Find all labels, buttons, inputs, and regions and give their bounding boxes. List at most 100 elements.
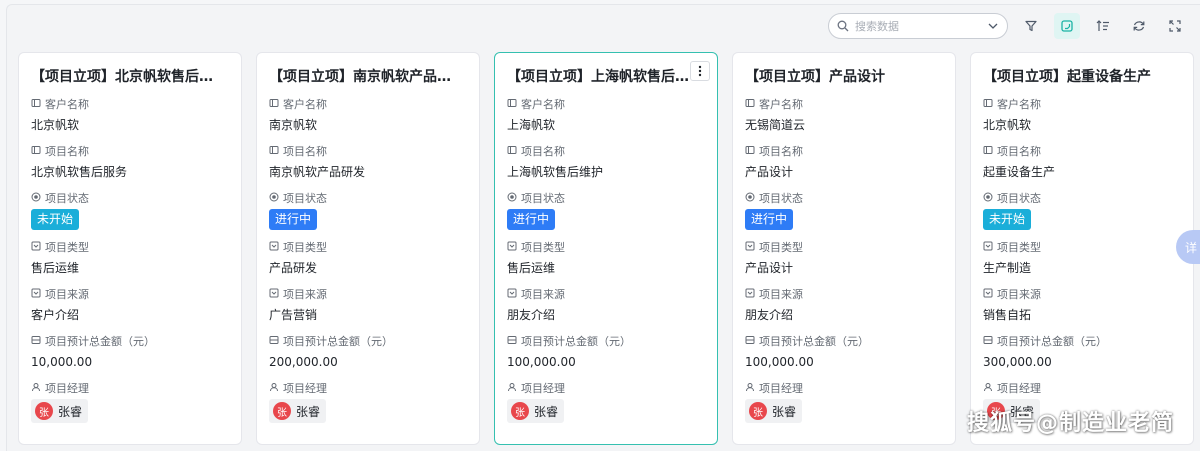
source-field: 项目来源 销售自拓	[983, 287, 1181, 324]
manager-field: 项目经理 张 张睿	[507, 381, 705, 423]
budget-value: 200,000.00	[269, 355, 338, 369]
dropdown-field-icon	[983, 241, 993, 254]
manager-name: 张睿	[58, 404, 83, 419]
chevron-down-icon[interactable]	[987, 17, 999, 36]
card-title: 【项目立项】上海帆软售后维护	[507, 69, 703, 85]
project-name-value: 北京帆软售后服务	[31, 165, 128, 179]
search-icon	[837, 17, 849, 36]
field-label: 项目经理	[269, 381, 467, 395]
project-card[interactable]: 【项目立项】起重设备生产 客户名称 北京帆软 项目名称 起重设备生产 项目状态 …	[970, 52, 1194, 445]
customer-value: 北京帆软	[983, 118, 1032, 132]
budget-value: 300,000.00	[983, 355, 1052, 369]
field-label: 客户名称	[31, 97, 229, 111]
budget-value: 10,000.00	[31, 355, 93, 369]
manager-chip: 张 张睿	[507, 399, 565, 423]
number-field-icon	[31, 335, 41, 348]
text-field-icon	[269, 98, 279, 111]
search-input[interactable]	[855, 19, 981, 33]
type-field: 项目类型 生产制造	[983, 240, 1181, 277]
text-field-icon	[269, 145, 279, 158]
customer-label: 客户名称	[283, 98, 327, 111]
card-title: 【项目立项】北京帆软售后服务	[31, 69, 227, 85]
field-label: 项目经理	[31, 381, 229, 395]
field-label: 客户名称	[269, 97, 467, 111]
field-label: 项目来源	[983, 287, 1181, 301]
manager-field: 项目经理 张 张睿	[745, 381, 943, 423]
text-field-icon	[983, 98, 993, 111]
refresh-icon[interactable]	[1126, 13, 1152, 39]
project-name-label: 项目名称	[759, 145, 803, 158]
dropdown-field-icon	[31, 241, 41, 254]
radio-icon	[31, 192, 41, 205]
manager-chip: 张 张睿	[269, 399, 327, 423]
project-card[interactable]: 【项目立项】南京帆软产品研发 客户名称 南京帆软 项目名称 南京帆软产品研发 项…	[256, 52, 480, 445]
card-title: 【项目立项】南京帆软产品研发	[269, 69, 465, 85]
customer-label: 客户名称	[521, 98, 565, 111]
customer-field: 客户名称 上海帆软	[507, 97, 705, 134]
source-label: 项目来源	[283, 288, 327, 301]
source-label: 项目来源	[521, 288, 565, 301]
fullscreen-icon[interactable]	[1162, 13, 1188, 39]
source-field: 项目来源 客户介绍	[31, 287, 229, 324]
field-label: 项目来源	[745, 287, 943, 301]
project-name-value: 上海帆软售后维护	[507, 165, 604, 179]
field-label: 项目名称	[507, 144, 705, 158]
project-card[interactable]: 【项目立项】产品设计 客户名称 无锡简道云 项目名称 产品设计 项目状态 进行中	[732, 52, 956, 445]
search-box[interactable]	[828, 13, 1008, 39]
manager-chip: 张 张睿	[745, 399, 803, 423]
customer-value: 北京帆软	[31, 118, 80, 132]
status-label: 项目状态	[759, 192, 803, 205]
avatar: 张	[511, 402, 529, 420]
field-label: 客户名称	[983, 97, 1181, 111]
person-icon	[983, 382, 993, 395]
radio-icon	[983, 192, 993, 205]
card-title: 【项目立项】产品设计	[745, 69, 885, 85]
type-value: 售后运维	[31, 261, 80, 275]
status-field: 项目状态 未开始	[983, 191, 1181, 230]
customer-label: 客户名称	[45, 98, 89, 111]
number-field-icon	[507, 335, 517, 348]
budget-field: 项目预计总金额（元） 200,000.00	[269, 334, 467, 371]
dropdown-field-icon	[745, 288, 755, 301]
toolbar	[828, 13, 1188, 39]
card-view-icon[interactable]	[1054, 13, 1080, 39]
manager-name: 张睿	[772, 404, 797, 419]
field-label: 项目预计总金额（元）	[745, 334, 943, 348]
status-label: 项目状态	[45, 192, 89, 205]
manager-name: 张睿	[534, 404, 559, 419]
source-value: 朋友介绍	[507, 308, 556, 322]
source-label: 项目来源	[759, 288, 803, 301]
budget-label: 项目预计总金额（元）	[521, 335, 631, 348]
type-label: 项目类型	[997, 241, 1041, 254]
field-label: 项目状态	[983, 191, 1181, 205]
budget-field: 项目预计总金额（元） 100,000.00	[745, 334, 943, 371]
customer-field: 客户名称 北京帆软	[983, 97, 1181, 134]
field-label: 项目预计总金额（元）	[31, 334, 229, 348]
sort-icon[interactable]	[1090, 13, 1116, 39]
customer-field: 客户名称 北京帆软	[31, 97, 229, 134]
text-field-icon	[745, 145, 755, 158]
project-card[interactable]: 【项目立项】北京帆软售后服务 客户名称 北京帆软 项目名称 北京帆软售后服务 项…	[18, 52, 242, 445]
source-value: 朋友介绍	[745, 308, 794, 322]
more-options-icon[interactable]	[690, 61, 710, 81]
radio-icon	[507, 192, 517, 205]
person-icon	[31, 382, 41, 395]
text-field-icon	[507, 145, 517, 158]
budget-field: 项目预计总金额（元） 300,000.00	[983, 334, 1181, 371]
customer-value: 上海帆软	[507, 118, 556, 132]
type-value: 产品设计	[745, 261, 794, 275]
manager-label: 项目经理	[45, 382, 89, 395]
field-label: 项目名称	[269, 144, 467, 158]
source-field: 项目来源 朋友介绍	[507, 287, 705, 324]
text-field-icon	[745, 98, 755, 111]
status-field: 项目状态 未开始	[31, 191, 229, 230]
project-card[interactable]: 【项目立项】上海帆软售后维护 客户名称 上海帆软 项目名称 上海帆软售后维护 项…	[494, 52, 718, 445]
manager-label: 项目经理	[283, 382, 327, 395]
field-label: 项目类型	[31, 240, 229, 254]
text-field-icon	[983, 145, 993, 158]
status-field: 项目状态 进行中	[507, 191, 705, 230]
filter-icon[interactable]	[1018, 13, 1044, 39]
manager-label: 项目经理	[521, 382, 565, 395]
type-field: 项目类型 售后运维	[507, 240, 705, 277]
budget-label: 项目预计总金额（元）	[283, 335, 393, 348]
